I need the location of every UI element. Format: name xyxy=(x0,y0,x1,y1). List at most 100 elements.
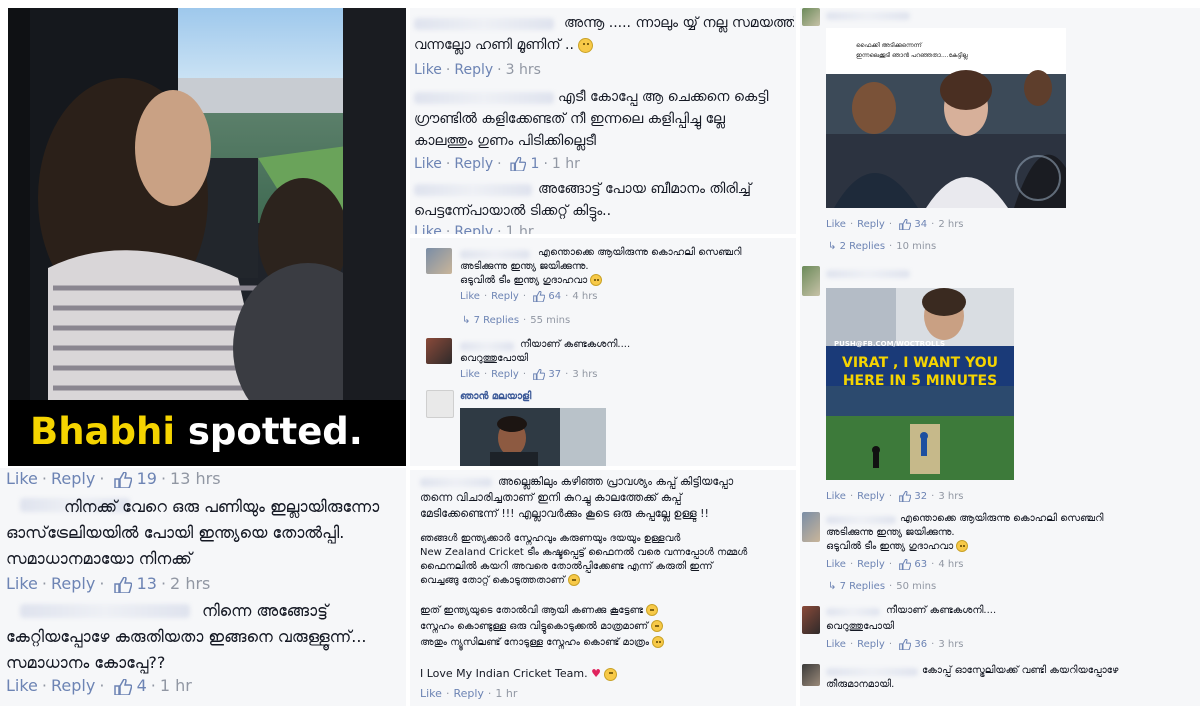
redacted-name xyxy=(826,516,896,524)
reply-link[interactable]: Reply xyxy=(857,491,885,502)
replies-time: 50 mins xyxy=(896,581,937,592)
avatar[interactable] xyxy=(802,8,820,26)
like-link[interactable]: Like xyxy=(460,369,480,380)
like-link[interactable]: Like xyxy=(826,559,846,570)
replies-count: 7 Replies xyxy=(473,315,520,326)
like-count: 1 xyxy=(530,156,540,172)
redacted-name xyxy=(460,250,530,259)
comment-text-line: ഒടുവിൽ ടീം ഇന്ത്യ ഗുദാഹവാ xyxy=(826,541,954,552)
comment-time: 1 hr xyxy=(505,224,534,234)
comment-text-line: I Love My Indian Cricket Team. xyxy=(420,667,588,680)
smile-emoji-icon xyxy=(956,540,969,552)
reply-link[interactable]: Reply xyxy=(857,219,885,230)
heart-icon: ♥ xyxy=(591,667,601,680)
like-count: 37 xyxy=(548,369,562,380)
avatar[interactable] xyxy=(802,606,820,634)
comment-meta: Like · Reply · 36 · 3 hrs xyxy=(826,638,964,650)
reply-link[interactable]: Reply xyxy=(491,291,519,302)
comment-text: അന്നൂ ..... ന്നാലും യ്യ് നല്ല സമയത്ത് xyxy=(564,15,794,31)
comment-time: 2 hrs xyxy=(170,574,211,593)
reply-link[interactable]: Reply xyxy=(857,639,885,650)
comment-time: 4 hrs xyxy=(572,291,598,302)
like-link[interactable]: Like xyxy=(6,676,38,695)
thumbs-up-icon xyxy=(899,558,912,570)
reply-link[interactable]: Reply xyxy=(453,687,483,700)
comments-panel-bottom-middle: അല്ലെങ്കിലും കഴിഞ്ഞ പ്രാവശ്യം കപ്പ് കിട്… xyxy=(410,470,796,706)
like-link[interactable]: Like xyxy=(826,219,846,230)
like-link[interactable]: Like xyxy=(414,156,442,172)
view-replies-link[interactable]: ↳ 7 Replies · 50 mins xyxy=(828,580,936,594)
reply-link[interactable]: Reply xyxy=(857,559,885,570)
redacted-name xyxy=(414,18,554,30)
avatar[interactable] xyxy=(426,248,452,274)
reply-link[interactable]: Reply xyxy=(454,62,493,78)
thumbs-up-icon xyxy=(899,490,912,502)
reply-link[interactable]: Reply xyxy=(454,156,493,172)
comment-meta: Like · Reply · 63 · 4 hrs xyxy=(826,558,964,570)
smile-emoji-icon xyxy=(604,667,618,681)
reply-link[interactable]: Reply xyxy=(51,574,95,593)
avatar[interactable] xyxy=(426,338,452,364)
like-link[interactable]: Like xyxy=(414,62,442,78)
comment-text: New Zealand Cricket ടീം കഷ്ടപ്പെട്ട് ഫൈന… xyxy=(420,547,748,558)
like-link[interactable]: Like xyxy=(6,574,38,593)
comment-text-line: ഒടുവിൽ ടീം ഇന്ത്യ ഗുദാഹവാ xyxy=(460,275,588,286)
like-link[interactable]: Like xyxy=(6,469,38,488)
commenter-name[interactable]: ഞാൻ മലയാളി xyxy=(460,390,531,404)
redacted-name xyxy=(826,608,880,616)
comment-text: സ്നേഹം കൊണ്ടുള്ള ഒരു വിട്ടുകൊടുക്കൽ മാത്… xyxy=(420,620,664,634)
stadium-photo xyxy=(8,8,406,466)
avatar[interactable] xyxy=(802,664,820,686)
reply-link[interactable]: Reply xyxy=(491,369,519,380)
like-count: 4 xyxy=(136,676,147,695)
reply-arrow-icon: ↳ xyxy=(828,241,837,252)
comments-panel-large: Like · Reply · 19 · 13 hrs നിനക്ക് വേറെ ഒരു പ… xyxy=(0,468,406,706)
avatar[interactable] xyxy=(802,266,820,296)
comment-text: പെട്ടന്ന്പോയാൽ ടിക്കറ്റ് കിട്ടും.. xyxy=(414,203,612,219)
comment-text: നിന്നെ അങ്ങോട്ട് കേറ്റിയപ്പോഴേ കരുതിയതാ … xyxy=(6,601,367,672)
comment-time: 1 hr xyxy=(551,156,580,172)
like-count: 63 xyxy=(914,559,928,570)
comment-text: എടീ കോപ്പേ ആ ചെക്കനെ കെട്ടി xyxy=(558,89,769,105)
comment-text: മേടിക്കേണ്ടെന്ന് !!! എല്ലാവർക്കും കൂടെ ഒ… xyxy=(420,507,709,520)
caption-rest: spotted. xyxy=(175,410,363,453)
like-count: 34 xyxy=(914,219,928,230)
like-link[interactable]: Like xyxy=(414,224,442,234)
comment-time: 3 hrs xyxy=(505,62,541,78)
reply-link[interactable]: Reply xyxy=(51,676,95,695)
comment-text: ഇത് ഇന്ത്യയുടെ തോൽവി ആയി കണക്കു കൂട്ടേണ്… xyxy=(420,604,659,618)
comment-text: അല്ലെങ്കിലും കഴിഞ്ഞ പ്രാവശ്യം കപ്പ് കിട്… xyxy=(498,475,734,488)
view-replies-link[interactable]: ↳ 7 Replies · 55 mins xyxy=(462,314,570,328)
sticker-image xyxy=(460,408,606,466)
like-link[interactable]: Like xyxy=(826,639,846,650)
meme-headline: VIRAT , I WANT YOU xyxy=(842,355,998,371)
replies-time: 10 mins xyxy=(896,241,937,252)
comment-text: തന്നെ വിചാരിച്ചതാണ് ഇനി കുറച്ചു കാലത്തേക… xyxy=(420,491,682,504)
like-link[interactable]: Like xyxy=(826,491,846,502)
view-replies-link[interactable]: ↳ 2 Replies · 10 mins xyxy=(828,240,936,254)
comment-text: എന്തൊക്കെ ആയിരുന്നു കൊഹലി സെഞ്ചറി xyxy=(900,513,1104,524)
comment-text: കോപ്പ് ഓസ്ട്രേലിയക്ക് വണ്ടി കയറിയപ്പോഴേ xyxy=(922,665,1119,676)
thumbs-up-icon xyxy=(113,471,132,488)
comments-panel-top-middle: അന്നൂ ..... ന്നാലും യ്യ് നല്ല സമയത്ത് വന… xyxy=(410,8,796,234)
comment-meta: Like · Reply · 1 hr xyxy=(420,687,518,700)
redacted-name xyxy=(460,342,514,351)
reply-link[interactable]: Reply xyxy=(51,469,95,488)
comment-text-line: വന്നല്ലോ ഹണി മൂണിന് .. xyxy=(414,37,574,53)
replies-count: 7 Replies xyxy=(839,581,886,592)
meme-caption: ഫൈക്കി അടിക്കുന്നെന്ന് xyxy=(856,42,922,49)
like-link[interactable]: Like xyxy=(420,687,442,700)
like-link[interactable]: Like xyxy=(460,291,480,302)
smile-emoji-icon xyxy=(646,604,659,616)
comment-meta: Like · Reply · 32 · 3 hrs xyxy=(826,490,964,502)
reply-link[interactable]: Reply xyxy=(454,224,493,234)
comment-time: 1 hr xyxy=(159,676,192,695)
comment-text: വന്നല്ലോ ഹണി മൂണിന് .. xyxy=(414,34,594,56)
stadium-photo-panel: Bhabhi spotted. xyxy=(8,8,406,466)
avatar[interactable] xyxy=(802,512,820,542)
avatar[interactable] xyxy=(426,390,454,418)
thumbs-up-icon xyxy=(899,218,912,230)
redacted-name xyxy=(414,184,532,196)
comment-time: 1 hr xyxy=(495,687,518,700)
comment-text: നിനക്ക് വേറെ ഒരു പണിയും ഇല്ലായിരുന്നോ ഓസ… xyxy=(6,497,380,568)
